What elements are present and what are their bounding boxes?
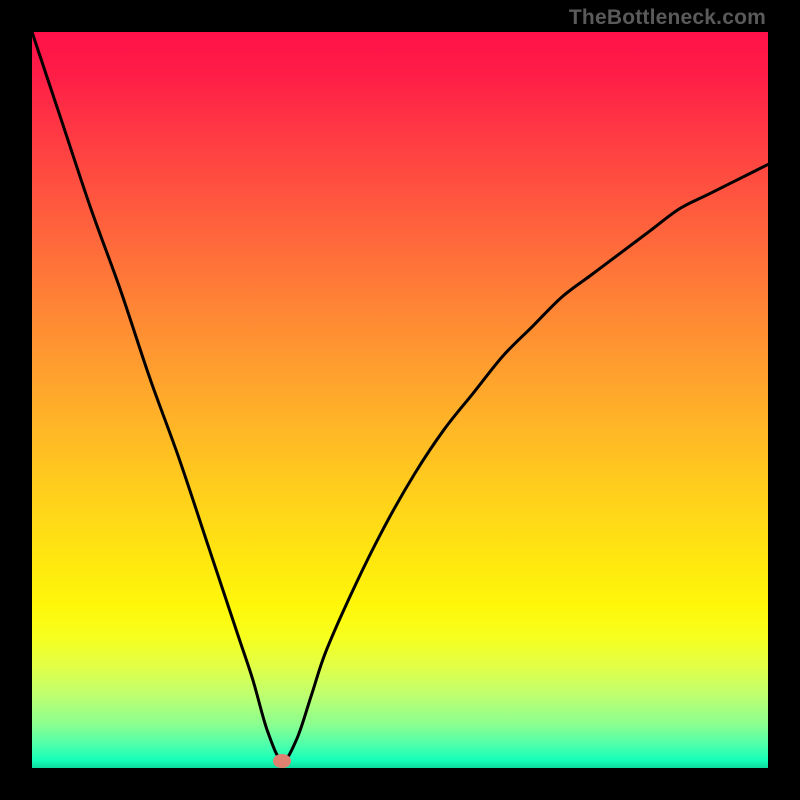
plot-area [32, 32, 768, 768]
chart-frame: TheBottleneck.com [0, 0, 800, 800]
watermark-text: TheBottleneck.com [569, 6, 766, 30]
curve-svg [32, 32, 768, 768]
bottleneck-curve [32, 32, 768, 761]
optimum-marker [273, 754, 291, 768]
